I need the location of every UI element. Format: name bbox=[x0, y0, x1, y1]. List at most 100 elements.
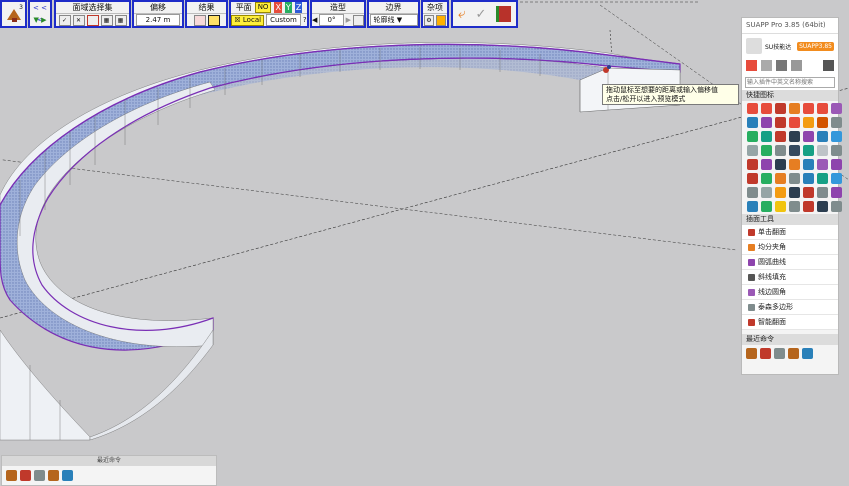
tool-icon[interactable] bbox=[789, 103, 800, 114]
exit-icon[interactable] bbox=[496, 6, 512, 22]
list-item[interactable]: 斜线填充 bbox=[742, 270, 838, 285]
recent-tool-icon[interactable] bbox=[788, 348, 799, 359]
toolbar-face-select[interactable]: 面域选择集 ✓ ✕ ▦ ▦ bbox=[54, 0, 131, 28]
tool-icon[interactable] bbox=[803, 173, 814, 184]
library-icon[interactable] bbox=[761, 60, 772, 71]
tool-icon[interactable] bbox=[747, 117, 758, 128]
select-table-icon[interactable]: ▦ bbox=[114, 14, 127, 26]
tool-icon[interactable] bbox=[789, 117, 800, 128]
list-item[interactable]: 智能翻面 bbox=[742, 315, 838, 330]
list-item[interactable]: 单击翻面 bbox=[742, 225, 838, 240]
tool-icon[interactable] bbox=[831, 117, 842, 128]
recent-tool-icon[interactable] bbox=[746, 348, 757, 359]
user-name[interactable]: SU技能达 bbox=[765, 42, 791, 51]
3d-viewport[interactable] bbox=[0, 0, 849, 486]
tool-icon[interactable] bbox=[789, 159, 800, 170]
recent-tool-icon[interactable] bbox=[774, 348, 785, 359]
tool-icon[interactable] bbox=[817, 103, 828, 114]
list-item[interactable]: 均分夹角 bbox=[742, 240, 838, 255]
tool-icon[interactable] bbox=[775, 131, 786, 142]
plane-no-toggle[interactable]: NO bbox=[254, 2, 272, 13]
angle-input[interactable]: 0° bbox=[319, 14, 344, 26]
tool-icon[interactable] bbox=[775, 103, 786, 114]
tool-icon[interactable] bbox=[817, 201, 828, 212]
recent-tool-icon[interactable] bbox=[802, 348, 813, 359]
rotate-right-icon[interactable]: ▶ bbox=[346, 16, 351, 24]
tool-icon[interactable] bbox=[761, 131, 772, 142]
select-grid-icon[interactable]: ▦ bbox=[100, 14, 113, 26]
tool-icon[interactable] bbox=[775, 117, 786, 128]
boundary-select[interactable]: 轮廓线 ▼ bbox=[369, 14, 418, 26]
axis-y-toggle[interactable]: Y bbox=[284, 2, 292, 13]
tool-icon[interactable] bbox=[831, 131, 842, 142]
tool-icon[interactable] bbox=[761, 187, 772, 198]
tool-icon[interactable] bbox=[761, 103, 772, 114]
tool-icon[interactable] bbox=[747, 145, 758, 156]
tool-icon[interactable] bbox=[775, 187, 786, 198]
tool-icon[interactable] bbox=[831, 159, 842, 170]
tool-icon[interactable] bbox=[803, 103, 814, 114]
recent-tool-icon[interactable] bbox=[34, 470, 45, 481]
list-item[interactable]: 圆弧曲线 bbox=[742, 255, 838, 270]
tool-icon[interactable] bbox=[831, 145, 842, 156]
tool-icon[interactable] bbox=[803, 159, 814, 170]
tool-icon[interactable] bbox=[817, 159, 828, 170]
list-item[interactable]: 线边圆角 bbox=[742, 285, 838, 300]
result-extrude-icon[interactable] bbox=[207, 14, 220, 26]
menu-icon[interactable] bbox=[823, 60, 834, 71]
result-face-icon[interactable] bbox=[193, 14, 206, 26]
home-icon[interactable] bbox=[746, 60, 757, 71]
tool-icon[interactable] bbox=[817, 131, 828, 142]
tool-icon[interactable] bbox=[761, 201, 772, 212]
recent-header[interactable]: 最近命令 bbox=[742, 334, 838, 345]
recent-tool-icon[interactable] bbox=[48, 470, 59, 481]
tool-icon[interactable] bbox=[817, 117, 828, 128]
tool-icon[interactable] bbox=[817, 173, 828, 184]
tool-icon[interactable] bbox=[747, 173, 758, 184]
tool-icon[interactable] bbox=[775, 173, 786, 184]
tool-icon[interactable] bbox=[803, 131, 814, 142]
offset-value-input[interactable]: 2.47 m bbox=[136, 14, 180, 26]
tool-icon[interactable] bbox=[831, 201, 842, 212]
tool-icon[interactable] bbox=[775, 145, 786, 156]
tool-icon[interactable] bbox=[789, 145, 800, 156]
tool-icon[interactable] bbox=[775, 201, 786, 212]
recent-tool-icon[interactable] bbox=[6, 470, 17, 481]
tool-icon[interactable] bbox=[761, 117, 772, 128]
recent-tool-icon[interactable] bbox=[760, 348, 771, 359]
tools-header[interactable]: 插面工具 bbox=[742, 214, 838, 225]
nav-arrows-top[interactable]: < < < bbox=[30, 2, 50, 24]
tool-icon[interactable] bbox=[747, 187, 758, 198]
tool-icon[interactable] bbox=[817, 187, 828, 198]
axis-z-toggle[interactable]: Z bbox=[294, 2, 303, 13]
tool-icon[interactable] bbox=[803, 117, 814, 128]
tool-icon[interactable] bbox=[775, 159, 786, 170]
misc-settings-icon[interactable]: ⚙ bbox=[424, 14, 434, 26]
tool-icon[interactable] bbox=[747, 131, 758, 142]
tool-icon[interactable] bbox=[831, 187, 842, 198]
rotate-left-icon[interactable]: ◀ bbox=[312, 16, 317, 24]
mini-recent-panel[interactable]: 最近命令 bbox=[1, 455, 217, 486]
plugin-search-input[interactable] bbox=[745, 77, 835, 88]
paint-icon[interactable] bbox=[776, 60, 787, 71]
quick-icons-header[interactable]: 快捷图标 bbox=[742, 90, 838, 101]
tool-icon[interactable] bbox=[789, 131, 800, 142]
shape-option-icon[interactable] bbox=[353, 14, 364, 26]
tool-icon[interactable] bbox=[817, 145, 828, 156]
tool-icon[interactable] bbox=[747, 103, 758, 114]
custom-button[interactable]: Custom bbox=[266, 14, 301, 26]
axis-x-toggle[interactable]: X bbox=[274, 2, 282, 13]
check-icon[interactable]: ✓ bbox=[58, 14, 71, 26]
local-toggle[interactable]: ☒ Local bbox=[231, 14, 265, 26]
tool-icon[interactable] bbox=[803, 145, 814, 156]
recent-tool-icon[interactable] bbox=[62, 470, 73, 481]
misc-stop-icon[interactable] bbox=[436, 14, 446, 26]
tool-icon[interactable] bbox=[831, 103, 842, 114]
tool-icon[interactable] bbox=[803, 187, 814, 198]
tool-icon[interactable] bbox=[761, 145, 772, 156]
select-rect-icon[interactable] bbox=[86, 14, 99, 26]
tool-icon[interactable] bbox=[789, 187, 800, 198]
tool-icon[interactable] bbox=[831, 173, 842, 184]
version-badge[interactable]: SUAPP3.85 bbox=[797, 41, 834, 51]
avatar[interactable] bbox=[746, 38, 762, 54]
